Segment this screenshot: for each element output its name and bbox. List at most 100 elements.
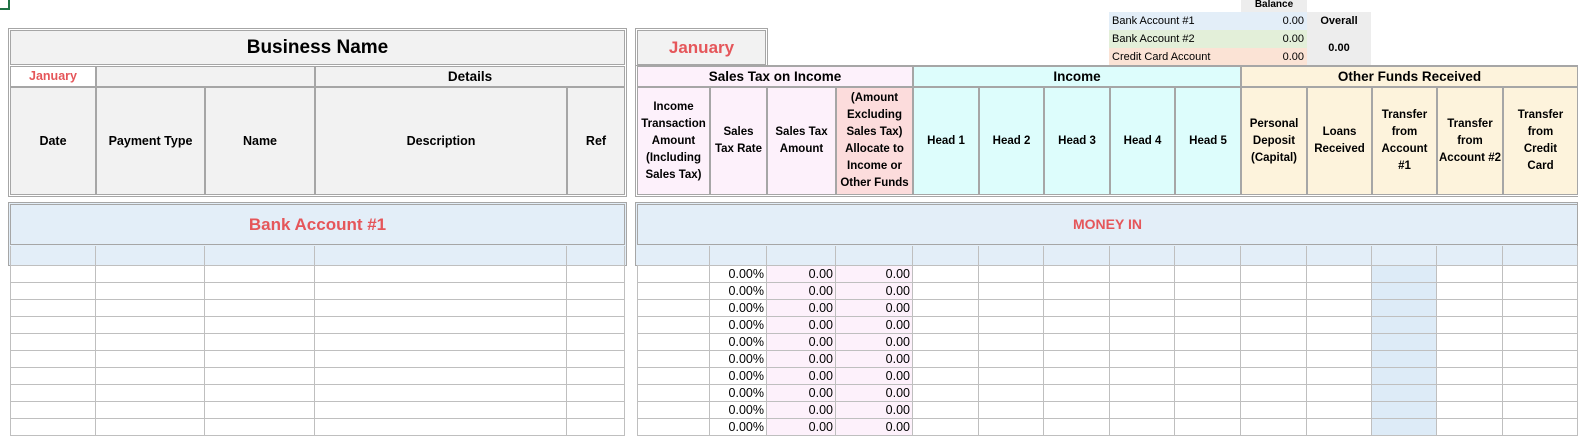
table-cell[interactable] bbox=[567, 419, 625, 436]
table-cell[interactable] bbox=[1437, 385, 1503, 402]
table-cell[interactable] bbox=[1503, 351, 1578, 368]
table-cell[interactable] bbox=[1372, 334, 1437, 351]
table-cell[interactable] bbox=[567, 385, 625, 402]
table-cell[interactable] bbox=[10, 419, 96, 436]
allocate-amount-cell[interactable]: 0.00 bbox=[836, 402, 913, 419]
table-cell[interactable] bbox=[1044, 402, 1110, 419]
overall-balance[interactable]: 0.00 bbox=[1307, 30, 1371, 66]
allocate-amount-cell[interactable]: 0.00 bbox=[836, 385, 913, 402]
table-cell[interactable] bbox=[979, 300, 1044, 317]
table-cell[interactable] bbox=[979, 385, 1044, 402]
table-cell[interactable] bbox=[10, 317, 96, 334]
table-cell[interactable] bbox=[1307, 334, 1372, 351]
table-cell[interactable] bbox=[10, 402, 96, 419]
table-cell[interactable] bbox=[1175, 266, 1241, 283]
table-cell[interactable] bbox=[1044, 351, 1110, 368]
table-cell[interactable] bbox=[1307, 351, 1372, 368]
table-cell[interactable] bbox=[1307, 402, 1372, 419]
table-cell[interactable] bbox=[1503, 283, 1578, 300]
table-cell[interactable] bbox=[913, 385, 979, 402]
table-cell[interactable] bbox=[1372, 419, 1437, 436]
table-cell[interactable] bbox=[1372, 266, 1437, 283]
allocate-amount-cell[interactable]: 0.00 bbox=[836, 351, 913, 368]
summary-credit-card-balance[interactable]: 0.00 bbox=[1241, 48, 1307, 66]
table-cell[interactable] bbox=[1044, 334, 1110, 351]
table-cell[interactable] bbox=[1307, 419, 1372, 436]
table-cell[interactable] bbox=[315, 419, 567, 436]
sales-tax-amount-cell[interactable]: 0.00 bbox=[767, 385, 836, 402]
table-cell[interactable] bbox=[1437, 419, 1503, 436]
table-cell[interactable] bbox=[1241, 385, 1307, 402]
sales-tax-amount-cell[interactable]: 0.00 bbox=[767, 266, 836, 283]
table-cell[interactable] bbox=[979, 419, 1044, 436]
table-cell[interactable] bbox=[10, 334, 96, 351]
sales-tax-rate-cell[interactable]: 0.00% bbox=[710, 334, 767, 351]
table-cell[interactable] bbox=[1437, 334, 1503, 351]
table-cell[interactable] bbox=[1372, 385, 1437, 402]
table-cell[interactable] bbox=[205, 368, 315, 385]
summary-account-1-balance[interactable]: 0.00 bbox=[1241, 12, 1307, 30]
table-cell[interactable] bbox=[637, 402, 710, 419]
table-cell[interactable] bbox=[1175, 402, 1241, 419]
table-cell[interactable] bbox=[1503, 266, 1578, 283]
table-cell[interactable] bbox=[315, 385, 567, 402]
table-cell[interactable] bbox=[10, 368, 96, 385]
sales-tax-amount-cell[interactable]: 0.00 bbox=[767, 300, 836, 317]
table-cell[interactable] bbox=[315, 368, 567, 385]
table-cell[interactable] bbox=[10, 351, 96, 368]
allocate-amount-cell[interactable]: 0.00 bbox=[836, 368, 913, 385]
table-cell[interactable] bbox=[1503, 334, 1578, 351]
table-cell[interactable] bbox=[913, 283, 979, 300]
table-cell[interactable] bbox=[96, 334, 205, 351]
bank-account-title[interactable]: Bank Account #1 bbox=[10, 204, 625, 245]
table-cell[interactable] bbox=[1503, 402, 1578, 419]
business-name-title[interactable]: Business Name bbox=[10, 30, 625, 65]
table-cell[interactable] bbox=[1110, 334, 1175, 351]
allocate-amount-cell[interactable]: 0.00 bbox=[836, 300, 913, 317]
table-cell[interactable] bbox=[1372, 283, 1437, 300]
table-cell[interactable] bbox=[1437, 402, 1503, 419]
table-cell[interactable] bbox=[1437, 300, 1503, 317]
table-cell[interactable] bbox=[913, 300, 979, 317]
table-cell[interactable] bbox=[10, 266, 96, 283]
table-cell[interactable] bbox=[205, 300, 315, 317]
table-cell[interactable] bbox=[1503, 300, 1578, 317]
table-cell[interactable] bbox=[205, 334, 315, 351]
table-cell[interactable] bbox=[1437, 368, 1503, 385]
allocate-amount-cell[interactable]: 0.00 bbox=[836, 283, 913, 300]
table-cell[interactable] bbox=[1175, 351, 1241, 368]
table-cell[interactable] bbox=[205, 283, 315, 300]
table-cell[interactable] bbox=[10, 300, 96, 317]
sales-tax-rate-cell[interactable]: 0.00% bbox=[710, 368, 767, 385]
table-cell[interactable] bbox=[1372, 300, 1437, 317]
table-cell[interactable] bbox=[1307, 283, 1372, 300]
table-cell[interactable] bbox=[1307, 266, 1372, 283]
table-cell[interactable] bbox=[1110, 300, 1175, 317]
table-cell[interactable] bbox=[315, 300, 567, 317]
table-cell[interactable] bbox=[567, 351, 625, 368]
table-cell[interactable] bbox=[567, 317, 625, 334]
table-cell[interactable] bbox=[637, 419, 710, 436]
table-cell[interactable] bbox=[1503, 385, 1578, 402]
sales-tax-rate-cell[interactable]: 0.00% bbox=[710, 266, 767, 283]
sales-tax-amount-cell[interactable]: 0.00 bbox=[767, 419, 836, 436]
table-cell[interactable] bbox=[96, 300, 205, 317]
table-cell[interactable] bbox=[1437, 317, 1503, 334]
table-cell[interactable] bbox=[979, 351, 1044, 368]
table-cell[interactable] bbox=[637, 368, 710, 385]
table-cell[interactable] bbox=[1372, 402, 1437, 419]
table-cell[interactable] bbox=[1175, 385, 1241, 402]
sales-tax-rate-cell[interactable]: 0.00% bbox=[710, 300, 767, 317]
table-cell[interactable] bbox=[1307, 317, 1372, 334]
table-cell[interactable] bbox=[96, 368, 205, 385]
table-cell[interactable] bbox=[913, 402, 979, 419]
table-cell[interactable] bbox=[205, 385, 315, 402]
table-cell[interactable] bbox=[96, 266, 205, 283]
sales-tax-amount-cell[interactable]: 0.00 bbox=[767, 317, 836, 334]
table-cell[interactable] bbox=[1044, 368, 1110, 385]
table-cell[interactable] bbox=[205, 419, 315, 436]
table-cell[interactable] bbox=[1175, 334, 1241, 351]
table-cell[interactable] bbox=[913, 317, 979, 334]
table-cell[interactable] bbox=[567, 368, 625, 385]
table-cell[interactable] bbox=[96, 402, 205, 419]
